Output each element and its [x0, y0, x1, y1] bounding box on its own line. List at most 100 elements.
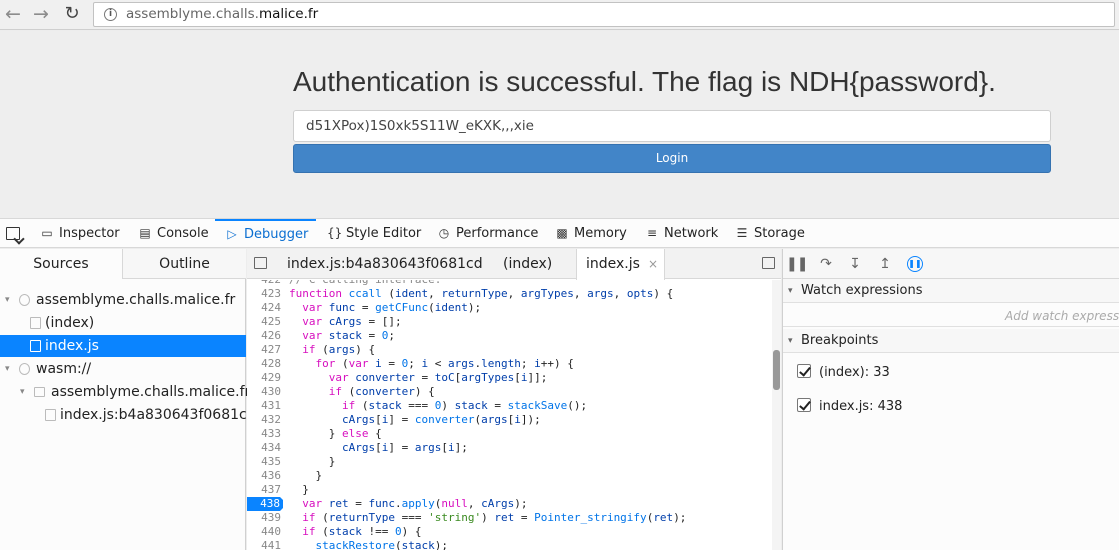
back-icon[interactable]: ←	[2, 4, 24, 26]
line-number[interactable]: 422	[247, 280, 281, 287]
element-picker-icon[interactable]	[6, 227, 20, 240]
code-line: 424 var func = getCFunc(ident);	[247, 301, 771, 315]
line-number[interactable]: 440	[247, 525, 281, 539]
pause-on-exceptions-icon[interactable]: ❚❚	[907, 256, 923, 272]
reload-icon[interactable]: ↻	[61, 4, 83, 26]
watch-expressions-header[interactable]: ▾ Watch expressions	[783, 279, 1119, 303]
breakpoint-checkbox[interactable]	[797, 398, 811, 412]
code-text: var stack = 0;	[302, 329, 395, 342]
toggle-debugger-pane-icon[interactable]	[762, 257, 775, 269]
tab-style-editor[interactable]: {} Style Editor	[327, 219, 421, 248]
editor-tab-active[interactable]: index.js ×	[576, 249, 665, 280]
storage-icon: ☰	[736, 226, 748, 240]
line-number[interactable]: 432	[247, 413, 281, 427]
line-number[interactable]: 427	[247, 343, 281, 357]
line-number[interactable]: 434	[247, 441, 281, 455]
code-line: 429 var converter = toC[argTypes[i]];	[247, 371, 771, 385]
page-content: Authentication is successful. The flag i…	[0, 31, 1119, 218]
address-bar[interactable]: i assemblyme.challs.malice.fr	[93, 2, 1115, 27]
chevron-down-icon: ▾	[788, 286, 793, 296]
debugger-controls: ❚❚ ↷ ↧ ↥ ❚❚	[783, 249, 1119, 279]
tree-domain-row[interactable]: ▾ wasm://	[0, 358, 246, 380]
code-line: 433 } else {	[247, 427, 771, 441]
code-text: if (stack === 0) stack = stackSave();	[341, 399, 588, 412]
line-number[interactable]: 437	[247, 483, 281, 497]
line-number[interactable]: 430	[247, 385, 281, 399]
login-button[interactable]: Login	[293, 144, 1051, 173]
forward-icon[interactable]: →	[30, 4, 52, 26]
toggle-sources-icon[interactable]	[254, 257, 267, 269]
code-text: }	[289, 455, 336, 468]
network-icon: ≡	[646, 226, 658, 240]
url-prefix: assemblyme.challs.	[126, 6, 259, 22]
line-number[interactable]: 441	[247, 539, 281, 550]
breakpoints-header[interactable]: ▾ Breakpoints	[783, 329, 1119, 353]
tab-debugger[interactable]: ▷ Debugger	[215, 219, 316, 248]
editor-tab[interactable]: index.js:b4a830643f0681cd	[287, 249, 483, 279]
tab-inspector[interactable]: ▭ Inspector	[40, 219, 119, 248]
line-number[interactable]: 433	[247, 427, 281, 441]
breakpoint-item[interactable]: index.js: 438	[797, 397, 902, 417]
code-text: var ret = func.apply(null, cArgs);	[302, 497, 528, 510]
line-number[interactable]: 435	[247, 455, 281, 469]
line-number[interactable]: 431	[247, 399, 281, 413]
line-number[interactable]: 439	[247, 511, 281, 525]
line-number[interactable]: 436	[247, 469, 281, 483]
breakpoint-item[interactable]: (index): 33	[797, 363, 890, 383]
tree-folder-row[interactable]: ▾ assemblyme.challs.malice.fr	[0, 381, 250, 403]
info-icon[interactable]: i	[104, 8, 117, 21]
step-out-icon[interactable]: ↥	[875, 254, 895, 274]
breakpoint-checkbox[interactable]	[797, 364, 811, 378]
watch-expression-input[interactable]: Add watch expression	[783, 305, 1119, 327]
tree-file-row[interactable]: (index)	[0, 312, 246, 334]
editor-tab[interactable]: (index)	[503, 249, 552, 279]
tab-network[interactable]: ≡ Network	[645, 219, 718, 248]
close-icon[interactable]: ×	[648, 257, 658, 271]
code-scrollbar[interactable]	[772, 280, 781, 550]
tab-console[interactable]: ▤ Console	[138, 219, 208, 248]
line-number[interactable]: 426	[247, 329, 281, 343]
password-input[interactable]: d51XPox)1S0xk5S11W_eKXK,,,xie	[293, 110, 1051, 142]
line-number[interactable]: 425	[247, 315, 281, 329]
code-line: 431 if (stack === 0) stack = stackSave()…	[247, 399, 771, 413]
chevron-down-icon[interactable]: ▾	[20, 381, 25, 403]
code-line: 430 if (converter) {	[247, 385, 771, 399]
step-in-icon[interactable]: ↧	[845, 254, 865, 274]
tab-sources[interactable]: Sources	[0, 249, 123, 279]
auth-message: Authentication is successful. The flag i…	[293, 66, 996, 97]
tab-storage[interactable]: ☰ Storage	[735, 219, 805, 248]
code-line: 438 var ret = func.apply(null, cArgs);	[247, 497, 771, 511]
globe-icon	[19, 363, 30, 375]
code-text: }	[289, 469, 323, 482]
code-line: 427 if (args) {	[247, 343, 771, 357]
code-editor[interactable]: 422 // C calling interface. 423 function cc…	[247, 280, 771, 550]
file-icon	[30, 317, 41, 329]
tree-domain-row[interactable]: ▾ assemblyme.challs.malice.fr	[0, 289, 246, 311]
chevron-down-icon[interactable]: ▾	[5, 289, 10, 311]
tree-file-row-selected[interactable]: index.js	[0, 335, 246, 357]
step-over-icon[interactable]: ↷	[816, 254, 836, 274]
code-line: 439 if (returnType === 'string') ret = P…	[247, 511, 771, 525]
tab-outline[interactable]: Outline	[123, 249, 246, 279]
line-number[interactable]: 424	[247, 301, 281, 315]
code-line: 426 var stack = 0;	[247, 329, 771, 343]
code-line: 435 }	[247, 455, 771, 469]
code-line: 440 if (stack !== 0) {	[247, 525, 771, 539]
tree-file-row[interactable]: index.js:b4a830643f0681cd	[0, 404, 256, 426]
tab-performance[interactable]: ◷ Performance	[437, 219, 539, 248]
line-number[interactable]: 429	[247, 371, 281, 385]
tab-memory[interactable]: ▩ Memory	[555, 219, 627, 248]
line-number[interactable]: 423	[247, 287, 281, 301]
code-text: if (args) {	[302, 343, 376, 356]
console-icon: ▤	[139, 226, 151, 240]
breakpoint-line-number[interactable]: 438	[247, 497, 283, 511]
code-text: }	[289, 483, 309, 496]
code-line: 434 cArgs[i] = args[i];	[247, 441, 771, 455]
chevron-down-icon[interactable]: ▾	[5, 358, 10, 380]
pause-icon[interactable]: ❚❚	[786, 254, 808, 274]
scrollbar-thumb[interactable]	[773, 350, 780, 390]
line-number[interactable]: 428	[247, 357, 281, 371]
code-text: // C calling interface.	[289, 280, 441, 287]
code-text: for (var i = 0; i < args.length; i++) {	[315, 357, 574, 370]
code-text: if (returnType === 'string') ret = Point…	[302, 511, 687, 524]
